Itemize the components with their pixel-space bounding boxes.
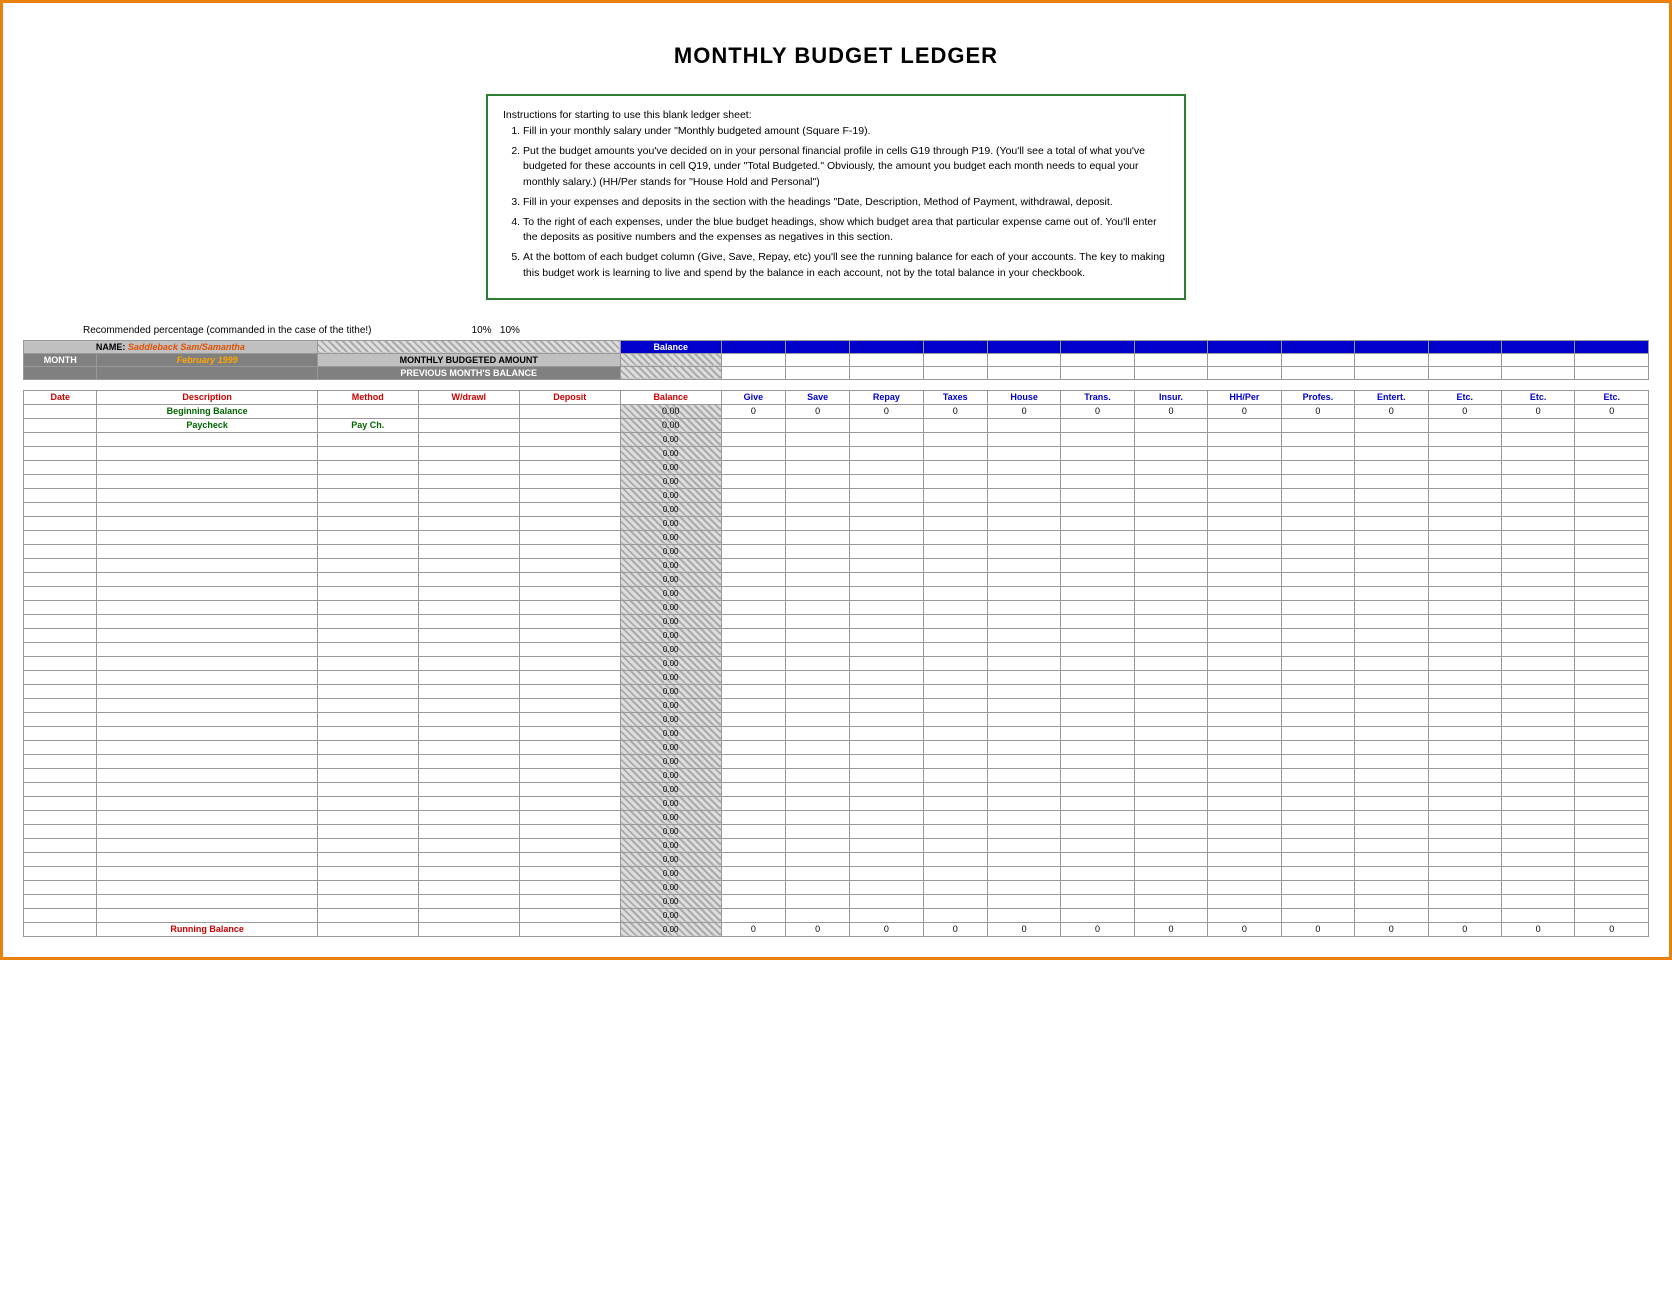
table-row: 0.00	[24, 586, 1649, 600]
balance-col-header: Balance	[620, 390, 721, 404]
table-row: 0.00	[24, 796, 1649, 810]
table-row: 0.00	[24, 880, 1649, 894]
instructions-header: Instructions for starting to use this bl…	[503, 108, 1169, 124]
paycheck-label: Paycheck	[97, 418, 317, 432]
insur-col-header: Insur.	[1134, 390, 1207, 404]
hatch-name	[317, 340, 620, 353]
instructions-box: Instructions for starting to use this bl…	[486, 94, 1186, 300]
table-row: 0.00	[24, 614, 1649, 628]
repay-header: Repay	[850, 340, 923, 353]
table-row: 0.00	[24, 894, 1649, 908]
hhper-header: HH/Per	[1208, 340, 1281, 353]
paycheck-row: Paycheck Pay Ch. 0.00	[24, 418, 1649, 432]
instruction-4: To the right of each expenses, under the…	[523, 215, 1169, 247]
table-row: 0.00	[24, 558, 1649, 572]
table-row: 0.00	[24, 670, 1649, 684]
running-balance-row: Running Balance 0.00 0 0 0 0 0 0 0 0 0 0…	[24, 922, 1649, 936]
repay-col-header: Repay	[850, 390, 923, 404]
prev-balance-row: PREVIOUS MONTH'S BALANCE	[24, 366, 1649, 379]
profes-header: Profes.	[1281, 340, 1354, 353]
paycheck-method: Pay Ch.	[317, 418, 418, 432]
month-row: MONTH February 1999 MONTHLY BUDGETED AMO…	[24, 353, 1649, 366]
name-label: NAME: Saddleback Sam/Samantha	[24, 340, 318, 353]
deposit-col-header: Deposit	[519, 390, 620, 404]
instruction-2: Put the budget amounts you've decided on…	[523, 144, 1169, 191]
ledger-table: Date Description Method W/drawl Deposit …	[23, 390, 1649, 937]
house-header: House	[987, 340, 1060, 353]
table-row: 0.00	[24, 824, 1649, 838]
header-table: NAME: Saddleback Sam/Samantha Balance Gi…	[23, 340, 1649, 380]
entert-col-header: Entert.	[1355, 390, 1428, 404]
page-title: MONTHLY BUDGET LEDGER	[23, 43, 1649, 69]
recommended-pct: Recommended percentage (commanded in the…	[83, 325, 1649, 336]
table-row: 0.00	[24, 782, 1649, 796]
etc2-header: Etc.	[1501, 340, 1574, 353]
hhper-col-header: HH/Per	[1208, 390, 1281, 404]
etc1-col-header: Etc.	[1428, 390, 1501, 404]
table-row: 0.00	[24, 726, 1649, 740]
etc1-header: Etc.	[1428, 340, 1501, 353]
method-col-header: Method	[317, 390, 418, 404]
table-row: 0.00	[24, 698, 1649, 712]
table-row: 0.00	[24, 572, 1649, 586]
table-row: 0.00	[24, 768, 1649, 782]
month-label: MONTH	[24, 353, 97, 366]
beginning-balance-val: 0.00	[620, 404, 721, 418]
table-row: 0.00	[24, 474, 1649, 488]
ledger-header-row: Date Description Method W/drawl Deposit …	[24, 390, 1649, 404]
name-row: NAME: Saddleback Sam/Samantha Balance Gi…	[24, 340, 1649, 353]
save-header: Save	[785, 340, 849, 353]
table-row: 0.00	[24, 740, 1649, 754]
table-row: 0.00	[24, 642, 1649, 656]
table-row: 0.00	[24, 432, 1649, 446]
beginning-balance-label: Beginning Balance	[97, 404, 317, 418]
table-row: 0.00	[24, 460, 1649, 474]
table-row: 0.00	[24, 530, 1649, 544]
wdrawl-col-header: W/drawl	[418, 390, 519, 404]
taxes-col-header: Taxes	[923, 390, 987, 404]
table-row: 0.00	[24, 600, 1649, 614]
paycheck-balance: 0.00	[620, 418, 721, 432]
entert-header: Entert.	[1355, 340, 1428, 353]
etc2-col-header: Etc.	[1501, 390, 1574, 404]
table-row: 0.00	[24, 656, 1649, 670]
save-col-header: Save	[785, 390, 849, 404]
give-header: Give	[721, 340, 785, 353]
trans-col-header: Trans.	[1061, 390, 1134, 404]
insur-header: Insur.	[1134, 340, 1207, 353]
table-row: 0.00	[24, 502, 1649, 516]
taxes-header: Taxes	[923, 340, 987, 353]
table-row: 0.00	[24, 628, 1649, 642]
table-row: 0.00	[24, 838, 1649, 852]
house-col-header: House	[987, 390, 1060, 404]
balance-header: Balance	[620, 340, 721, 353]
monthly-budgeted-label: MONTHLY BUDGETED AMOUNT	[317, 353, 620, 366]
table-row: 0.00	[24, 852, 1649, 866]
trans-header: Trans.	[1061, 340, 1134, 353]
give-col-header: Give	[721, 390, 785, 404]
table-row: 0.00	[24, 908, 1649, 922]
instruction-5: At the bottom of each budget column (Giv…	[523, 250, 1169, 282]
etc3-header: Etc.	[1575, 340, 1649, 353]
month-value: February 1999	[97, 353, 317, 366]
table-row: 0.00	[24, 712, 1649, 726]
running-balance-label: Running Balance	[97, 922, 317, 936]
table-row: 0.00	[24, 516, 1649, 530]
table-row: 0.00	[24, 810, 1649, 824]
beginning-balance-row: Beginning Balance 0.00 0 0 0 0 0 0 0 0 0…	[24, 404, 1649, 418]
desc-col-header: Description	[97, 390, 317, 404]
table-row: 0.00	[24, 544, 1649, 558]
etc3-col-header: Etc.	[1575, 390, 1649, 404]
instruction-3: Fill in your expenses and deposits in th…	[523, 195, 1169, 211]
table-row: 0.00	[24, 684, 1649, 698]
table-row: 0.00	[24, 754, 1649, 768]
instruction-1: Fill in your monthly salary under "Month…	[523, 124, 1169, 140]
table-row: 0.00	[24, 446, 1649, 460]
profes-col-header: Profes.	[1281, 390, 1354, 404]
prev-balance-label: PREVIOUS MONTH'S BALANCE	[317, 366, 620, 379]
date-col-header: Date	[24, 390, 97, 404]
table-row: 0.00	[24, 488, 1649, 502]
table-row: 0.00	[24, 866, 1649, 880]
